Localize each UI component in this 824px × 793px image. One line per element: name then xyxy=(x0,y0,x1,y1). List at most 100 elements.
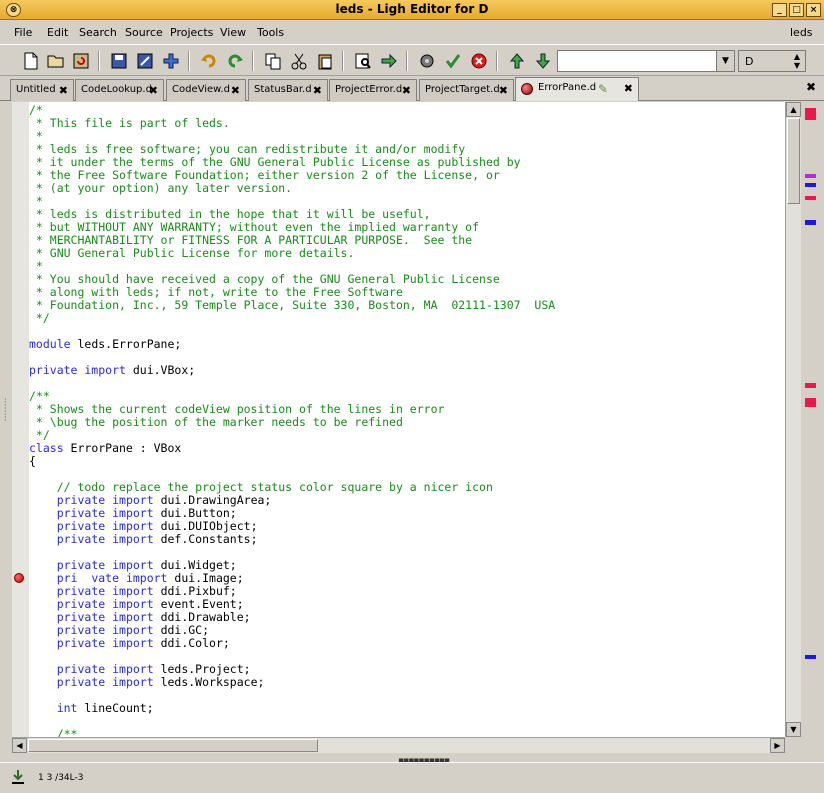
code-line[interactable]: * (at your option) any later version. xyxy=(29,182,555,195)
code-line[interactable]: * \bug the position of the marker needs … xyxy=(29,416,555,429)
fold-handle[interactable]: · · · · · · · · xyxy=(4,396,7,425)
menu-projects[interactable]: Projects xyxy=(170,26,213,39)
close-all-icon[interactable]: ✖ xyxy=(806,80,816,94)
stop-icon[interactable] xyxy=(468,50,490,72)
scroll-left-icon[interactable]: ◀ xyxy=(12,738,27,753)
code-line[interactable]: */ xyxy=(29,312,555,325)
language-selector[interactable]: D ▲ ▼ xyxy=(738,50,806,72)
menu-search[interactable]: Search xyxy=(79,26,117,39)
editor-gutter[interactable] xyxy=(12,102,29,737)
error-marker[interactable] xyxy=(805,398,816,407)
error-marker[interactable] xyxy=(805,108,816,120)
scroll-right-icon[interactable]: ▶ xyxy=(770,738,785,753)
code-line[interactable]: class ErrorPane : VBox xyxy=(29,442,555,455)
close-window-icon[interactable]: × xyxy=(806,3,821,17)
code-line[interactable]: int lineCount; xyxy=(29,702,555,715)
error-marker[interactable] xyxy=(805,220,816,225)
download-icon[interactable] xyxy=(10,769,26,788)
tab-codeview[interactable]: CodeView.d ✖ xyxy=(166,79,246,101)
close-tab-icon[interactable]: ✖ xyxy=(59,84,68,97)
tab-projecterror[interactable]: ProjectError.d ✖ xyxy=(329,79,417,101)
menu-source[interactable]: Source xyxy=(125,26,163,39)
code-line[interactable]: module leds.ErrorPane; xyxy=(29,338,555,351)
minimize-icon[interactable]: _ xyxy=(772,3,787,17)
maximize-icon[interactable]: □ xyxy=(789,3,804,17)
spin-up-icon[interactable]: ▲ xyxy=(791,52,803,61)
copy-icon[interactable] xyxy=(262,50,284,72)
toolbar-separator xyxy=(342,51,344,71)
paste-icon[interactable] xyxy=(314,50,336,72)
close-tab-icon[interactable]: ✖ xyxy=(149,84,158,97)
error-marker[interactable] xyxy=(805,174,816,178)
menu-edit[interactable]: Edit xyxy=(47,26,68,39)
code-line[interactable]: /** xyxy=(29,728,555,738)
search-combo[interactable]: ▼ xyxy=(557,50,735,72)
close-tab-icon[interactable]: ✖ xyxy=(624,82,633,95)
scroll-down-icon[interactable]: ▼ xyxy=(786,722,801,737)
code-line[interactable] xyxy=(29,715,555,728)
tab-statusbar[interactable]: StatusBar.d ✖ xyxy=(248,79,328,101)
redo-icon[interactable] xyxy=(224,50,246,72)
code-line[interactable]: * This file is part of leds. xyxy=(29,117,555,130)
new-file-icon[interactable] xyxy=(20,50,42,72)
toolbar-separator xyxy=(496,51,498,71)
tab-untitled[interactable]: Untitled ✖ xyxy=(10,79,74,101)
title-bar[interactable]: ⊗ leds - Ligh Editor for D _ □ × xyxy=(0,0,824,20)
reload-icon[interactable] xyxy=(70,50,92,72)
vertical-scroll-thumb[interactable] xyxy=(787,118,800,204)
horizontal-scrollbar[interactable]: ◀ ▶ xyxy=(12,737,785,753)
check-icon[interactable] xyxy=(442,50,464,72)
spin-down-icon[interactable]: ▼ xyxy=(791,61,803,70)
menu-leds[interactable]: leds xyxy=(790,26,813,39)
code-line[interactable]: private import leds.Workspace; xyxy=(29,676,555,689)
gear-icon[interactable] xyxy=(416,50,438,72)
save-icon[interactable] xyxy=(108,50,130,72)
error-marker-strip[interactable] xyxy=(801,102,824,737)
modified-icon: ✎ xyxy=(598,82,609,96)
toolbar: ▼ D ▲ ▼ xyxy=(0,44,824,76)
breakpoint-icon[interactable] xyxy=(14,573,24,583)
open-file-icon[interactable] xyxy=(45,50,67,72)
code-line[interactable]: private import def.Constants; xyxy=(29,533,555,546)
tab-bar: Untitled ✖ CodeLookup.d ✖ CodeView.d ✖ Stat… xyxy=(0,77,824,101)
tab-label: ProjectTarget.d xyxy=(425,84,500,95)
code-text[interactable]: /* * This file is part of leds. * * leds… xyxy=(29,104,555,738)
tab-errorpane[interactable]: ErrorPane.d ✎ ✖ xyxy=(515,77,639,101)
add-icon[interactable] xyxy=(160,50,182,72)
tab-label: ProjectError.d xyxy=(335,84,403,95)
code-line[interactable]: * GNU General Public License for more de… xyxy=(29,247,555,260)
chevron-down-icon[interactable]: ▼ xyxy=(716,51,734,71)
cut-icon[interactable] xyxy=(288,50,310,72)
error-marker[interactable] xyxy=(805,383,816,388)
code-line[interactable]: { xyxy=(29,455,555,468)
undo-icon[interactable] xyxy=(198,50,220,72)
close-tab-icon[interactable]: ✖ xyxy=(402,84,411,97)
go-forward-icon[interactable] xyxy=(378,50,400,72)
code-line[interactable]: private import dui.VBox; xyxy=(29,364,555,377)
vertical-scrollbar[interactable]: ▲ ▼ xyxy=(785,102,801,737)
menu-file[interactable]: File xyxy=(14,26,32,39)
code-line[interactable]: private import ddi.Color; xyxy=(29,637,555,650)
find-icon[interactable] xyxy=(352,50,374,72)
arrow-down-icon[interactable] xyxy=(532,50,554,72)
tab-label: CodeLookup.d xyxy=(81,84,152,95)
tab-codelookup[interactable]: CodeLookup.d ✖ xyxy=(75,79,164,101)
save-as-icon[interactable] xyxy=(134,50,156,72)
scroll-up-icon[interactable]: ▲ xyxy=(786,102,801,117)
arrow-up-icon[interactable] xyxy=(506,50,528,72)
code-line[interactable]: * Foundation, Inc., 59 Temple Place, Sui… xyxy=(29,299,555,312)
code-editor[interactable]: /* * This file is part of leds. * * leds… xyxy=(12,102,785,737)
code-line[interactable] xyxy=(29,377,555,390)
menu-bar: File Edit Search Source Projects View To… xyxy=(0,20,824,44)
error-marker[interactable] xyxy=(805,196,816,200)
tab-projecttarget[interactable]: ProjectTarget.d ✖ xyxy=(419,79,514,101)
window-title: leds - Ligh Editor for D xyxy=(335,2,489,16)
error-marker[interactable] xyxy=(805,183,816,187)
close-tab-icon[interactable]: ✖ xyxy=(231,84,240,97)
horizontal-scroll-thumb[interactable] xyxy=(28,739,318,752)
menu-view[interactable]: View xyxy=(220,26,246,39)
error-marker[interactable] xyxy=(805,655,816,659)
close-tab-icon[interactable]: ✖ xyxy=(499,84,508,97)
menu-tools[interactable]: Tools xyxy=(257,26,284,39)
close-tab-icon[interactable]: ✖ xyxy=(313,84,322,97)
